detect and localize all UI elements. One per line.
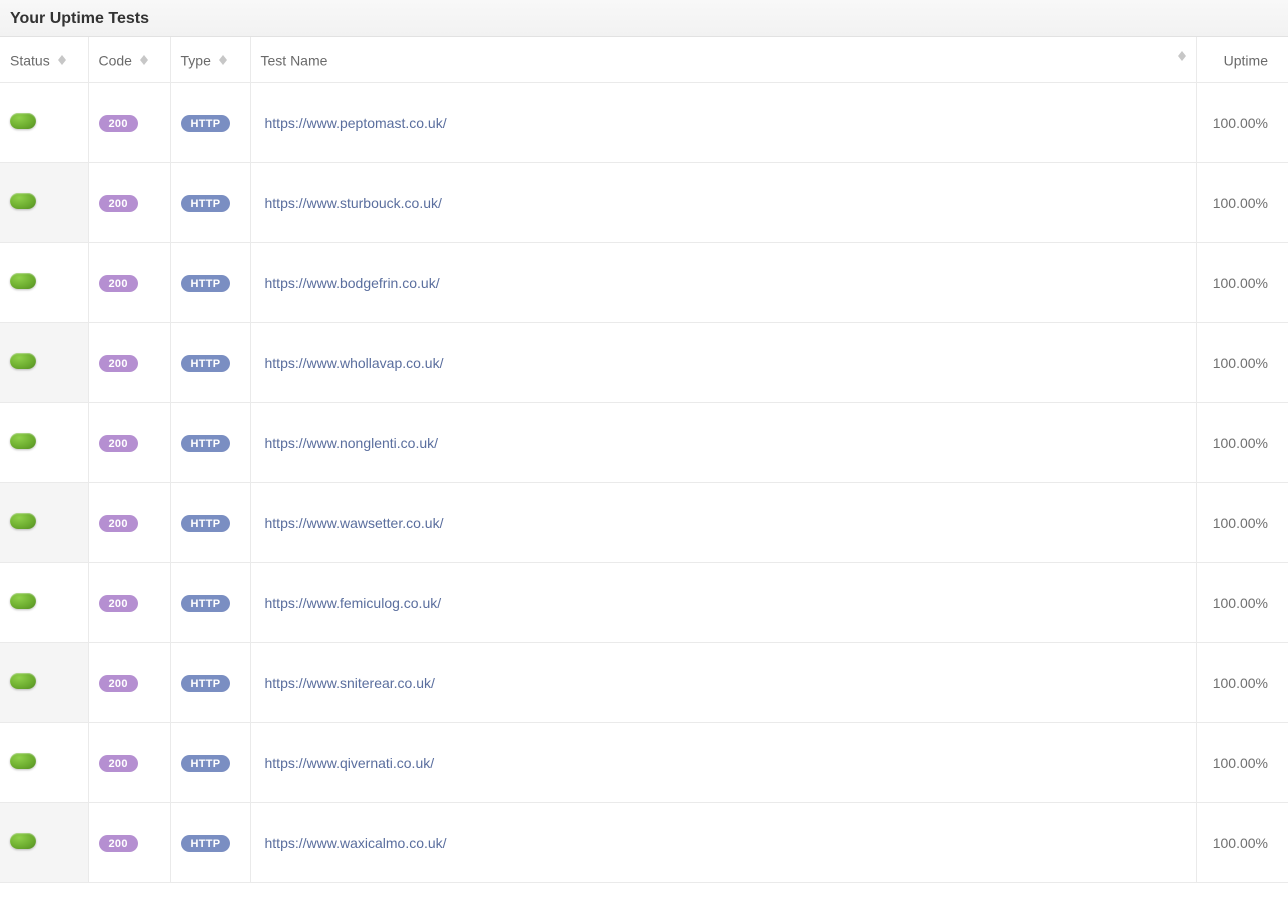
- table-row[interactable]: 200 HTTP https://www.femiculog.co.uk/100.0…: [0, 563, 1288, 643]
- test-name-link[interactable]: https://www.whollavap.co.uk/: [265, 355, 444, 371]
- uptime-value: 100.00%: [1196, 243, 1288, 323]
- table-row[interactable]: 200 HTTP https://www.waxicalmo.co.uk/100.0…: [0, 803, 1288, 883]
- test-type-badge: HTTP: [181, 275, 231, 292]
- table-row[interactable]: 200 HTTP https://www.wawsetter.co.uk/100.0…: [0, 483, 1288, 563]
- sort-icon: [1178, 51, 1186, 61]
- uptime-value: 100.00%: [1196, 163, 1288, 243]
- uptime-value: 100.00%: [1196, 643, 1288, 723]
- http-code-badge: 200: [99, 755, 138, 772]
- sort-icon: [219, 55, 227, 65]
- http-code-badge: 200: [99, 675, 138, 692]
- status-up-icon: [10, 433, 36, 449]
- status-up-icon: [10, 113, 36, 129]
- table-row[interactable]: 200 HTTP https://www.sturbouck.co.uk/100.0…: [0, 163, 1288, 243]
- status-up-icon: [10, 673, 36, 689]
- http-code-badge: 200: [99, 275, 138, 292]
- test-type-badge: HTTP: [181, 355, 231, 372]
- test-name-link[interactable]: https://www.peptomast.co.uk/: [265, 115, 447, 131]
- page-title: Your Uptime Tests: [10, 10, 1278, 28]
- table-row[interactable]: 200 HTTP https://www.peptomast.co.uk/100.0…: [0, 83, 1288, 163]
- uptime-value: 100.00%: [1196, 403, 1288, 483]
- table-row[interactable]: 200 HTTP https://www.qivernati.co.uk/100.0…: [0, 723, 1288, 803]
- http-code-badge: 200: [99, 435, 138, 452]
- status-up-icon: [10, 593, 36, 609]
- test-type-badge: HTTP: [181, 835, 231, 852]
- test-type-badge: HTTP: [181, 595, 231, 612]
- http-code-badge: 200: [99, 835, 138, 852]
- sort-icon: [140, 55, 148, 65]
- status-up-icon: [10, 273, 36, 289]
- test-name-link[interactable]: https://www.wawsetter.co.uk/: [265, 515, 444, 531]
- uptime-value: 100.00%: [1196, 803, 1288, 883]
- test-type-badge: HTTP: [181, 675, 231, 692]
- test-name-link[interactable]: https://www.nonglenti.co.uk/: [265, 435, 439, 451]
- uptime-value: 100.00%: [1196, 323, 1288, 403]
- http-code-badge: 200: [99, 595, 138, 612]
- column-header-code[interactable]: Code: [88, 37, 170, 83]
- status-up-icon: [10, 513, 36, 529]
- test-name-link[interactable]: https://www.bodgefrin.co.uk/: [265, 275, 440, 291]
- http-code-badge: 200: [99, 195, 138, 212]
- test-type-badge: HTTP: [181, 435, 231, 452]
- status-up-icon: [10, 193, 36, 209]
- uptime-tests-table: Status Code Type: [0, 37, 1288, 883]
- column-header-status[interactable]: Status: [0, 37, 88, 83]
- http-code-badge: 200: [99, 115, 138, 132]
- table-header-row: Status Code Type: [0, 37, 1288, 83]
- uptime-value: 100.00%: [1196, 563, 1288, 643]
- page-header: Your Uptime Tests: [0, 0, 1288, 37]
- http-code-badge: 200: [99, 355, 138, 372]
- table-row[interactable]: 200 HTTP https://www.nonglenti.co.uk/100.0…: [0, 403, 1288, 483]
- uptime-value: 100.00%: [1196, 83, 1288, 163]
- status-up-icon: [10, 833, 36, 849]
- table-row[interactable]: 200 HTTP https://www.bodgefrin.co.uk/100.0…: [0, 243, 1288, 323]
- uptime-value: 100.00%: [1196, 483, 1288, 563]
- test-type-badge: HTTP: [181, 195, 231, 212]
- table-row[interactable]: 200 HTTP https://www.sniterear.co.uk/100.0…: [0, 643, 1288, 723]
- status-up-icon: [10, 753, 36, 769]
- test-type-badge: HTTP: [181, 755, 231, 772]
- test-name-link[interactable]: https://www.femiculog.co.uk/: [265, 595, 442, 611]
- sort-icon: [58, 55, 66, 65]
- column-header-type[interactable]: Type: [170, 37, 250, 83]
- test-type-badge: HTTP: [181, 115, 231, 132]
- test-name-link[interactable]: https://www.qivernati.co.uk/: [265, 755, 435, 771]
- test-name-link[interactable]: https://www.sniterear.co.uk/: [265, 675, 435, 691]
- test-name-link[interactable]: https://www.sturbouck.co.uk/: [265, 195, 442, 211]
- status-up-icon: [10, 353, 36, 369]
- uptime-value: 100.00%: [1196, 723, 1288, 803]
- http-code-badge: 200: [99, 515, 138, 532]
- table-row[interactable]: 200 HTTP https://www.whollavap.co.uk/100.0…: [0, 323, 1288, 403]
- column-header-uptime[interactable]: Uptime: [1196, 37, 1288, 83]
- test-type-badge: HTTP: [181, 515, 231, 532]
- column-header-test-name[interactable]: Test Name: [250, 37, 1196, 83]
- test-name-link[interactable]: https://www.waxicalmo.co.uk/: [265, 835, 447, 851]
